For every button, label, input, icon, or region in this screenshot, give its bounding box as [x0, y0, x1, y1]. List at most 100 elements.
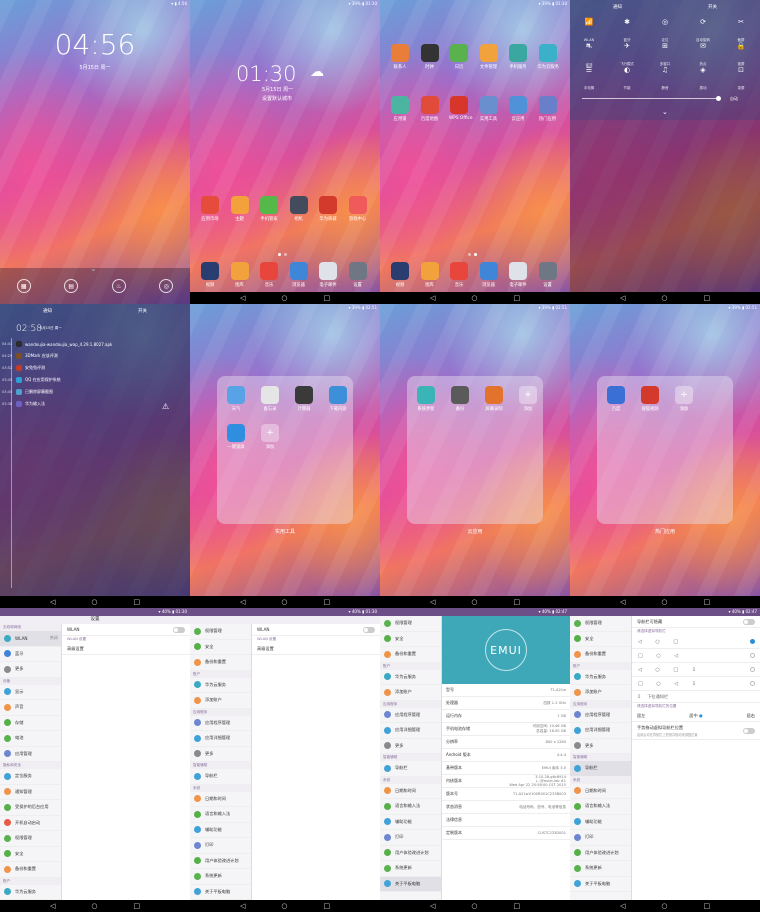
settings-item[interactable]: 添加账户: [570, 685, 631, 701]
settings-item[interactable]: 语言和输入法: [570, 799, 631, 815]
folder-title[interactable]: 实用工具: [190, 528, 380, 535]
settings-item[interactable]: 更多: [190, 747, 251, 762]
app-icon[interactable]: 天气: [226, 386, 246, 412]
home-icon[interactable]: ○: [91, 598, 97, 606]
about-row[interactable]: 处理器 四核 1.2 GHz: [442, 697, 570, 710]
quick-toggle[interactable]: ◎ 定位: [652, 18, 678, 45]
settings-item[interactable]: 通知管理: [0, 785, 61, 800]
gesture-drag-row[interactable]: 手势拖动虚拟导航栏位置 启用后可在导航栏上短按并拖动来调整位置: [632, 722, 760, 740]
settings-item[interactable]: 存储: [0, 716, 61, 731]
quick-toggle[interactable]: ☰ 手电筒: [576, 66, 602, 93]
content-row[interactable]: 高级设置: [62, 643, 190, 655]
settings-item[interactable]: 显示: [0, 685, 61, 700]
quick-toggle[interactable]: ♫ 静音: [652, 66, 678, 93]
app-icon[interactable]: 视频: [200, 262, 220, 288]
about-row[interactable]: 版本号 T1-A21wV100R001C233B003: [442, 788, 570, 801]
about-row[interactable]: Android 版本 4.4.4: [442, 749, 570, 762]
settings-item[interactable]: 更多: [570, 739, 631, 754]
back-icon[interactable]: ◁: [620, 598, 625, 606]
navbar-combo-option[interactable]: ◁ ○ □ ⇩: [632, 663, 760, 677]
app-icon[interactable]: 设置: [348, 262, 368, 288]
settings-item[interactable]: 关于平板电脑: [570, 877, 631, 892]
quick-toggle[interactable]: ✉ 热点: [690, 42, 716, 69]
about-row[interactable]: 运行内存 1 GB: [442, 710, 570, 723]
app-icon[interactable]: 音乐: [259, 262, 279, 288]
quick-toggle[interactable]: ⊞ 多窗口: [652, 42, 678, 69]
settings-item[interactable]: 声音: [0, 700, 61, 716]
auto-brightness-label[interactable]: 自动: [730, 96, 738, 102]
app-icon[interactable]: 联系人: [390, 44, 410, 70]
home-icon[interactable]: ○: [281, 902, 287, 910]
clear-notifications-icon[interactable]: ⚠: [162, 402, 169, 411]
quick-toggle[interactable]: ⟳ 自动旋转: [690, 18, 716, 45]
settings-item[interactable]: 用户体验改进计划: [570, 846, 631, 861]
app-icon[interactable]: 电子邮件: [318, 262, 338, 288]
app-icon[interactable]: + 添加: [260, 424, 280, 450]
settings-item[interactable]: 安全: [380, 632, 441, 647]
settings-item[interactable]: 导航栏: [380, 761, 441, 777]
about-row[interactable]: 分辨率 800 x 1280: [442, 736, 570, 749]
settings-item[interactable]: 定位服务: [0, 769, 61, 785]
back-icon[interactable]: ◁: [240, 598, 245, 606]
app-icon[interactable]: + 添加: [518, 386, 538, 412]
settings-item[interactable]: 备份和重置: [570, 647, 631, 663]
settings-item[interactable]: 日期和时间: [570, 784, 631, 799]
settings-item[interactable]: 权限管理: [190, 624, 251, 640]
settings-item[interactable]: 语言和输入法: [380, 799, 441, 815]
content-row[interactable]: WLAN: [62, 624, 190, 636]
app-icon[interactable]: 备份: [450, 386, 470, 412]
app-icon[interactable]: 系统更新: [416, 386, 436, 412]
recents-icon[interactable]: □: [323, 902, 330, 910]
settings-item[interactable]: 备份和重置: [190, 655, 251, 671]
tab-notifications[interactable]: 通知: [613, 4, 622, 10]
app-icon[interactable]: 华为商城: [318, 196, 338, 222]
app-icon[interactable]: 日历: [449, 44, 469, 70]
flashlight-icon[interactable]: ♨: [111, 279, 126, 293]
settings-item[interactable]: 应用详细管理: [570, 723, 631, 739]
settings-item[interactable]: 日期和时间: [380, 784, 441, 799]
app-icon[interactable]: 图库: [230, 262, 250, 288]
weather-city[interactable]: 设置默认城市: [262, 95, 292, 102]
back-icon[interactable]: ◁: [430, 902, 435, 910]
app-icon[interactable]: 视频: [390, 262, 410, 288]
about-row[interactable]: 手机电池存储 可用空间: 10.46 GB 总容量: 16.00 GB: [442, 723, 570, 736]
app-icon[interactable]: 主题: [230, 196, 250, 222]
app-icon[interactable]: 游戏中心: [348, 196, 368, 222]
navbar-combo-option[interactable]: □ ○ ◁ ⇩: [632, 677, 760, 691]
camera-icon[interactable]: ◎: [159, 279, 174, 293]
notification-item[interactable]: 04:29 3DMark 应该评测: [0, 350, 190, 362]
app-icon[interactable]: 华为云服务: [538, 44, 559, 70]
settings-item[interactable]: WLAN 关闭: [0, 631, 61, 647]
settings-item[interactable]: 语言和输入法: [190, 807, 251, 823]
settings-item[interactable]: 用户体验改进计划: [380, 846, 441, 861]
settings-item[interactable]: 日期和时间: [190, 792, 251, 807]
home-icon[interactable]: ○: [661, 294, 667, 302]
notification-item[interactable]: 03:52 安兔兔评测: [0, 362, 190, 374]
settings-item[interactable]: 添加账户: [380, 685, 441, 701]
app-icon[interactable]: 屏幕录制: [484, 386, 504, 412]
radio-button[interactable]: [750, 681, 755, 686]
quick-toggle[interactable]: ◐ 节能: [614, 66, 640, 93]
recents-icon[interactable]: □: [513, 294, 520, 302]
settings-item[interactable]: 华为云服务: [0, 885, 61, 900]
notes-icon[interactable]: ▤: [64, 279, 79, 293]
app-icon[interactable]: 电子邮件: [508, 262, 528, 288]
home-icon[interactable]: ○: [471, 598, 477, 606]
settings-item[interactable]: 华为云服务: [190, 678, 251, 693]
app-icon[interactable]: 搜狐视频: [640, 386, 660, 412]
home-icon[interactable]: ○: [281, 294, 287, 302]
settings-item[interactable]: 辅助功能: [570, 815, 631, 830]
quick-toggle[interactable]: ✂ 截屏: [728, 18, 754, 45]
settings-item[interactable]: 打印: [190, 838, 251, 854]
folder-title[interactable]: 云应用: [380, 528, 570, 535]
app-icon[interactable]: 备忘录: [260, 386, 280, 412]
notification-item[interactable]: 03:45 QQ 在应用保护系统: [0, 374, 190, 386]
settings-item[interactable]: 系统更新: [570, 861, 631, 877]
wlan-toggle[interactable]: [363, 626, 375, 633]
back-icon[interactable]: ◁: [430, 294, 435, 302]
navbar-hide-row[interactable]: 导航栏可隐藏: [632, 616, 760, 628]
app-icon[interactable]: 应用市场: [200, 196, 220, 222]
quick-toggle[interactable]: 📶 WLAN: [576, 18, 602, 45]
about-row[interactable]: 基带版本 EMUI 版本 3.0: [442, 762, 570, 775]
app-icon[interactable]: 相机: [289, 196, 309, 222]
